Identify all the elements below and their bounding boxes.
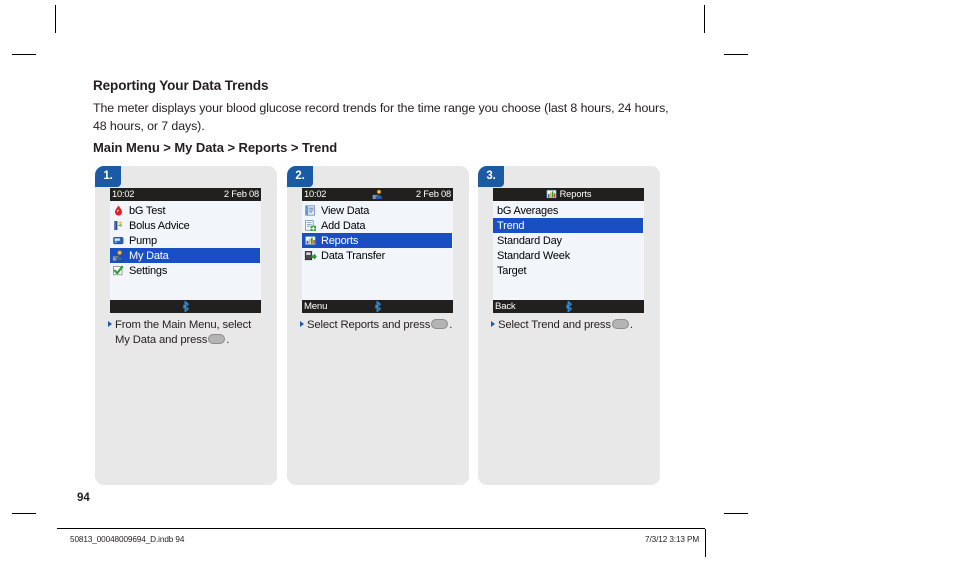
- reports-chart-icon: [546, 189, 557, 203]
- menu-item-add-data[interactable]: Add Data: [302, 218, 453, 233]
- menu-item-target[interactable]: Target: [493, 263, 644, 278]
- step-caption-1: From the Main Menu, select My Data and p…: [108, 318, 268, 347]
- step-number-badge: 3.: [478, 166, 504, 187]
- step-panel-3: 3. Reports bG Averages Trend Standard Da…: [478, 166, 660, 485]
- menu-item-bg-averages[interactable]: bG Averages: [493, 203, 644, 218]
- pump-icon: [112, 234, 125, 247]
- menu-item-trend[interactable]: Trend: [493, 218, 643, 233]
- bullet-arrow-icon: [300, 321, 304, 327]
- crop-mark-top-left-h: [12, 54, 36, 55]
- menu-item-settings[interactable]: Settings: [110, 263, 261, 278]
- step-panel-2: 2. 10:02 2 Feb 08 View Data Add Data Rep…: [287, 166, 469, 485]
- caption-line-1: Select Reports and press: [307, 319, 431, 331]
- menu-item-standard-week[interactable]: Standard Week: [493, 248, 644, 263]
- screen-titlebar: Reports: [493, 188, 644, 201]
- menu-item-label: Settings: [129, 264, 168, 277]
- menu-item-bg-test[interactable]: bG Test: [110, 203, 261, 218]
- reports-chart-icon: [304, 234, 317, 247]
- manual-page: Reporting Your Data Trends The meter dis…: [0, 0, 954, 567]
- crop-mark-bottom-right-h: [724, 513, 748, 514]
- menu-item-label: Standard Day: [497, 234, 562, 247]
- caption-period: .: [449, 319, 453, 331]
- intro-paragraph: The meter displays your blood glucose re…: [93, 101, 669, 133]
- data-transfer-icon: [304, 249, 317, 262]
- caption-line-1: Select Trend and press: [498, 319, 611, 331]
- add-data-icon: [304, 219, 317, 232]
- footer-rule: [57, 528, 705, 529]
- menu-item-pump[interactable]: Pump: [110, 233, 261, 248]
- screen-title: Reports: [493, 188, 644, 203]
- crop-mark-bottom-left-h: [12, 513, 36, 514]
- meter-screen-3: Reports bG Averages Trend Standard Day S…: [493, 188, 644, 313]
- screen-titlebar: 10:02 2 Feb 08: [302, 188, 453, 201]
- menu-item-label: My Data: [129, 249, 169, 262]
- screen-time: 10:02: [304, 189, 327, 199]
- screen-date: 2 Feb 08: [415, 189, 451, 199]
- menu-item-view-data[interactable]: View Data: [302, 203, 453, 218]
- my-data-person-icon: [372, 189, 384, 200]
- menu-item-label: Pump: [129, 234, 157, 247]
- menu-item-label: Standard Week: [497, 249, 571, 262]
- step-caption-2: Select Reports and press.: [300, 318, 460, 333]
- caption-line-2: My Data and press: [115, 333, 208, 346]
- screen-statusbar: [110, 300, 261, 313]
- crop-mark-top-left-v: [55, 5, 56, 33]
- menu-item-my-data[interactable]: My Data: [110, 248, 260, 263]
- blood-drop-icon: [112, 204, 125, 217]
- menu-item-label: bG Test: [129, 204, 166, 217]
- caption-period: .: [629, 319, 633, 331]
- ok-button-icon: [208, 333, 226, 344]
- step-number-badge: 1.: [95, 166, 121, 187]
- menu-item-label: View Data: [321, 204, 370, 217]
- menu-item-label: Add Data: [321, 219, 366, 232]
- step-number-badge: 2.: [287, 166, 313, 187]
- screen-date: 2 Feb 08: [223, 189, 259, 199]
- menu-item-label: Target: [497, 264, 527, 277]
- footer-crop-tick: [705, 529, 706, 557]
- menu-item-standard-day[interactable]: Standard Day: [493, 233, 644, 248]
- screen-statusbar: Back: [493, 300, 644, 313]
- footer-filename: 50813_00048009694_D.indb 94: [70, 535, 185, 544]
- menu-item-data-transfer[interactable]: Data Transfer: [302, 248, 453, 263]
- menu-item-bolus-advice[interactable]: Bolus Advice: [110, 218, 261, 233]
- step-panel-1: 1. 10:02 2 Feb 08 bG Test Bolus Advice P…: [95, 166, 277, 485]
- main-menu-list: bG Test Bolus Advice Pump My Data Settin…: [110, 201, 261, 278]
- footer-timestamp: 7/3/12 3:13 PM: [645, 535, 700, 544]
- breadcrumb: Main Menu > My Data > Reports > Trend: [93, 140, 338, 155]
- crop-mark-top-right-v: [704, 5, 705, 33]
- screen-titlebar: 10:02 2 Feb 08: [110, 188, 261, 201]
- step-caption-3: Select Trend and press.: [491, 318, 651, 333]
- page-number: 94: [77, 492, 90, 504]
- bullet-arrow-icon: [491, 321, 495, 327]
- bolus-syringe-icon: [112, 219, 125, 232]
- section-title: Reporting Your Data Trends: [93, 78, 269, 93]
- my-data-menu-list: View Data Add Data Reports Data Transfer: [302, 201, 453, 263]
- menu-item-label: Trend: [497, 219, 525, 232]
- menu-item-label: Data Transfer: [321, 249, 386, 262]
- screen-statusbar: Menu: [302, 300, 453, 313]
- bluetooth-icon: [565, 301, 573, 312]
- menu-item-label: Bolus Advice: [129, 219, 190, 232]
- view-data-icon: [304, 204, 317, 217]
- statusbar-label[interactable]: Menu: [304, 300, 327, 313]
- caption-period: .: [226, 333, 230, 346]
- screen-title-text: Reports: [559, 189, 592, 199]
- menu-item-label: Reports: [321, 234, 359, 247]
- reports-menu-list: bG Averages Trend Standard Day Standard …: [493, 201, 644, 278]
- settings-check-icon: [112, 264, 125, 277]
- my-data-person-icon: [112, 249, 125, 262]
- bluetooth-icon: [182, 301, 190, 312]
- bluetooth-icon: [374, 301, 382, 312]
- menu-item-label: bG Averages: [497, 204, 559, 217]
- ok-button-icon: [611, 319, 629, 329]
- meter-screen-2: 10:02 2 Feb 08 View Data Add Data Report…: [302, 188, 453, 313]
- ok-button-icon: [431, 319, 449, 329]
- menu-item-reports[interactable]: Reports: [302, 233, 452, 248]
- caption-line-1: From the Main Menu, select: [115, 319, 252, 331]
- statusbar-label[interactable]: Back: [495, 300, 516, 313]
- screen-time: 10:02: [112, 189, 135, 199]
- meter-screen-1: 10:02 2 Feb 08 bG Test Bolus Advice Pump…: [110, 188, 261, 313]
- crop-mark-top-right-h: [724, 54, 748, 55]
- bullet-arrow-icon: [108, 321, 112, 327]
